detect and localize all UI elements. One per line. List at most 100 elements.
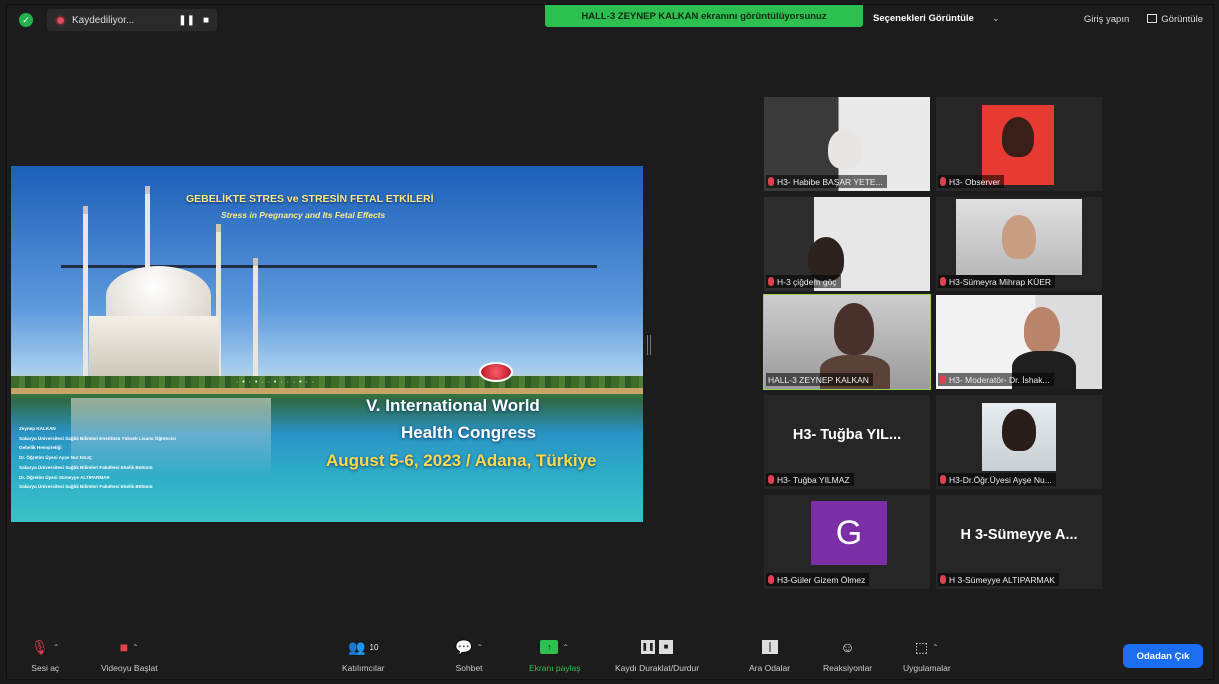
participant-tile[interactable]: H3- Moderatör- Dr. İshak... — [936, 295, 1102, 389]
participant-name: H-3 çiğdem göç — [777, 276, 837, 287]
muted-mic-icon — [940, 177, 946, 186]
meeting-window: ✓ Kaydediliyor... ❚❚ ■ HALL-3 ZEYNEP KAL… — [6, 4, 1214, 680]
participant-tile[interactable]: G H3-Güler Gizem Ölmez — [764, 495, 930, 589]
audio-options-caret-icon[interactable]: ⌃ — [53, 643, 60, 652]
view-button[interactable]: Görüntüle — [1147, 14, 1203, 25]
apps-caret-icon[interactable]: ⌃ — [932, 643, 939, 652]
slide-title: GEBELİKTE STRES ve STRESİN FETAL ETKİLER… — [186, 193, 434, 205]
participant-name-tag: H 3-Sümeyye ALTIPARMAK — [938, 573, 1059, 586]
recording-indicator: Kaydediliyor... ❚❚ ■ — [47, 9, 217, 31]
author-line: Zeynep KALKAN — [19, 426, 56, 431]
grid-view-icon — [1147, 14, 1158, 23]
mosque-minaret — [83, 206, 88, 376]
congress-title-line2: Health Congress — [401, 423, 537, 442]
chat-bubble-icon: 💬 — [455, 638, 473, 655]
author-line: Sakarya Üniversitesi Sağlık Bilimleri Fa… — [19, 484, 153, 490]
participant-avatar: G — [811, 501, 887, 565]
reactions-button[interactable]: ☺ Reaksiyonlar — [823, 637, 872, 673]
participant-tile[interactable]: H-3 çiğdem göç — [764, 197, 930, 291]
shared-screen: GEBELİKTE STRES ve STRESİN FETAL ETKİLER… — [11, 166, 643, 522]
participant-name-tag: H3-Güler Gizem Ölmez — [766, 573, 870, 586]
screen-share-banner: HALL-3 ZEYNEP KALKAN ekranını görüntülüy… — [545, 5, 863, 27]
participant-tile[interactable]: H3-Dr.Öğr.Üyesi Ayşe Nu... — [936, 395, 1102, 489]
slide-dots: · • · • · · • · · · • · · — [236, 379, 316, 386]
participant-tile[interactable]: H 3-Sümeyye A... H 3-Sümeyye ALTIPARMAK — [936, 495, 1102, 589]
author-line: Dr. Öğretim Üyesi Sümeyye ALTIPARMAK — [19, 474, 110, 480]
participant-name-tag: H3-Dr.Öğr.Üyesi Ayşe Nu... — [938, 473, 1056, 486]
congress-title-line1: V. International World — [366, 396, 540, 415]
river-shore — [11, 388, 643, 394]
start-video-label: Videoyu Başlat — [101, 663, 158, 673]
muted-microphone-icon: 🎙 — [31, 638, 49, 655]
participant-name-tag: H-3 çiğdem göç — [766, 275, 841, 288]
share-screen-button[interactable]: ↑ ⌃ Ekranı paylaş — [529, 637, 581, 673]
participant-figure — [1002, 215, 1036, 259]
breakout-rooms-label: Ara Odalar — [749, 663, 791, 673]
video-options-caret-icon[interactable]: ⌃ — [132, 643, 139, 652]
splitter-handle[interactable] — [647, 335, 651, 355]
reactions-icon: ☺ — [840, 639, 855, 655]
share-screen-label: Ekranı paylaş — [529, 663, 581, 673]
view-options-label: Seçenekleri Görüntüle — [873, 12, 974, 24]
participants-button[interactable]: 👥 10 Katılımcılar — [342, 637, 385, 674]
share-screen-icon: ↑ — [540, 640, 559, 654]
participant-name-tag: H3-Sümeyra Mihrap KÜER — [938, 275, 1056, 288]
participant-name: H3- Observer — [949, 176, 1001, 187]
participant-name: H3- Moderatör- Dr. İshak... — [949, 374, 1050, 385]
participant-name-tag: H3- Moderatör- Dr. İshak... — [938, 373, 1054, 386]
participant-display-name: H3- Tuğba YIL... — [792, 427, 902, 443]
participant-figure — [1002, 409, 1036, 451]
chat-caret-icon[interactable]: ⌃ — [476, 643, 483, 652]
apps-button[interactable]: ⬚ ⌃ Uygulamalar — [903, 637, 951, 674]
participants-icon: 👥 — [348, 638, 366, 655]
author-line: Sakarya Üniversitesi Sağlık Bilimleri En… — [19, 435, 176, 441]
participant-tile[interactable]: H3-Sümeyra Mihrap KÜER — [936, 197, 1102, 291]
participant-name: H3-Sümeyra Mihrap KÜER — [949, 276, 1052, 287]
muted-mic-icon — [768, 475, 774, 484]
leave-button[interactable]: Odadan Çık — [1123, 644, 1203, 668]
encryption-shield-icon[interactable]: ✓ — [19, 13, 33, 27]
participant-tile[interactable]: H3- Observer — [936, 97, 1102, 191]
sign-in-link[interactable]: Giriş yapın — [1084, 14, 1129, 25]
stop-recording-icon[interactable]: ■ — [203, 15, 209, 26]
muted-mic-icon — [940, 375, 946, 384]
chevron-down-icon: ⌄ — [991, 12, 1000, 24]
unmute-label: Sesi aç — [31, 663, 60, 673]
muted-mic-icon — [940, 475, 946, 484]
participant-name-tag: H3- Observer — [938, 175, 1005, 188]
participant-name: H3- Habibe BAŞAR YETE... — [777, 176, 883, 187]
participant-name-tag: H3- Habibe BAŞAR YETE... — [766, 175, 887, 188]
congress-logo — [479, 362, 513, 382]
participant-tile-active-speaker[interactable]: HALL-3 ZEYNEP KALKAN — [763, 294, 931, 390]
participant-name-tag: HALL-3 ZEYNEP KALKAN — [766, 373, 873, 386]
participant-name: HALL-3 ZEYNEP KALKAN — [768, 374, 869, 385]
share-caret-icon[interactable]: ⌃ — [562, 643, 569, 652]
breakout-rooms-icon — [761, 640, 778, 654]
chat-button[interactable]: 💬 ⌃ Sohbet — [455, 637, 483, 674]
author-line: Dr. Öğretim Üyesi Ayşe Nur KILIÇ — [19, 455, 92, 461]
participant-figure — [834, 303, 874, 355]
participant-tile[interactable]: H3- Tuğba YIL... H3- Tuğba YILMAZ — [764, 395, 930, 489]
participant-figure — [828, 129, 862, 169]
participant-figure — [1024, 307, 1060, 353]
participant-name: H3-Dr.Öğr.Üyesi Ayşe Nu... — [949, 474, 1052, 485]
apps-label: Uygulamalar — [903, 663, 951, 673]
start-video-button[interactable]: ■ ⌃ Videoyu Başlat — [101, 637, 158, 673]
video-off-icon: ■ — [119, 639, 129, 655]
pause-stop-recording-button[interactable]: ❚❚ ■ Kaydı Duraklat/Durdur — [615, 637, 699, 673]
meeting-toolbar: 🎙 ⌃ Sesi aç ■ ⌃ Videoyu Başlat 👥 10 Katılım… — [7, 629, 1213, 679]
pause-recording-icon[interactable]: ❚❚ — [178, 15, 195, 26]
participants-count: 10 — [369, 642, 379, 652]
view-options-button[interactable]: Seçenekleri Görüntüle ⌄ — [873, 9, 1000, 27]
congress-date: August 5-6, 2023 / Adana, Türkiye — [326, 451, 597, 470]
stop-icon: ■ — [659, 640, 674, 654]
pause-icon: ❚❚ — [641, 640, 656, 654]
breakout-rooms-button[interactable]: Ara Odalar — [749, 637, 790, 673]
unmute-button[interactable]: 🎙 ⌃ Sesi aç — [31, 637, 60, 674]
slide-authors: Zeynep KALKAN Sakarya Üniversitesi Sağlı… — [19, 424, 259, 492]
muted-mic-icon — [768, 575, 774, 584]
participants-label: Katılımcılar — [342, 663, 385, 673]
recording-label: Kaydediliyor... — [72, 14, 135, 26]
participant-tile[interactable]: H3- Habibe BAŞAR YETE... — [764, 97, 930, 191]
apps-icon: ⬚ — [914, 638, 929, 655]
